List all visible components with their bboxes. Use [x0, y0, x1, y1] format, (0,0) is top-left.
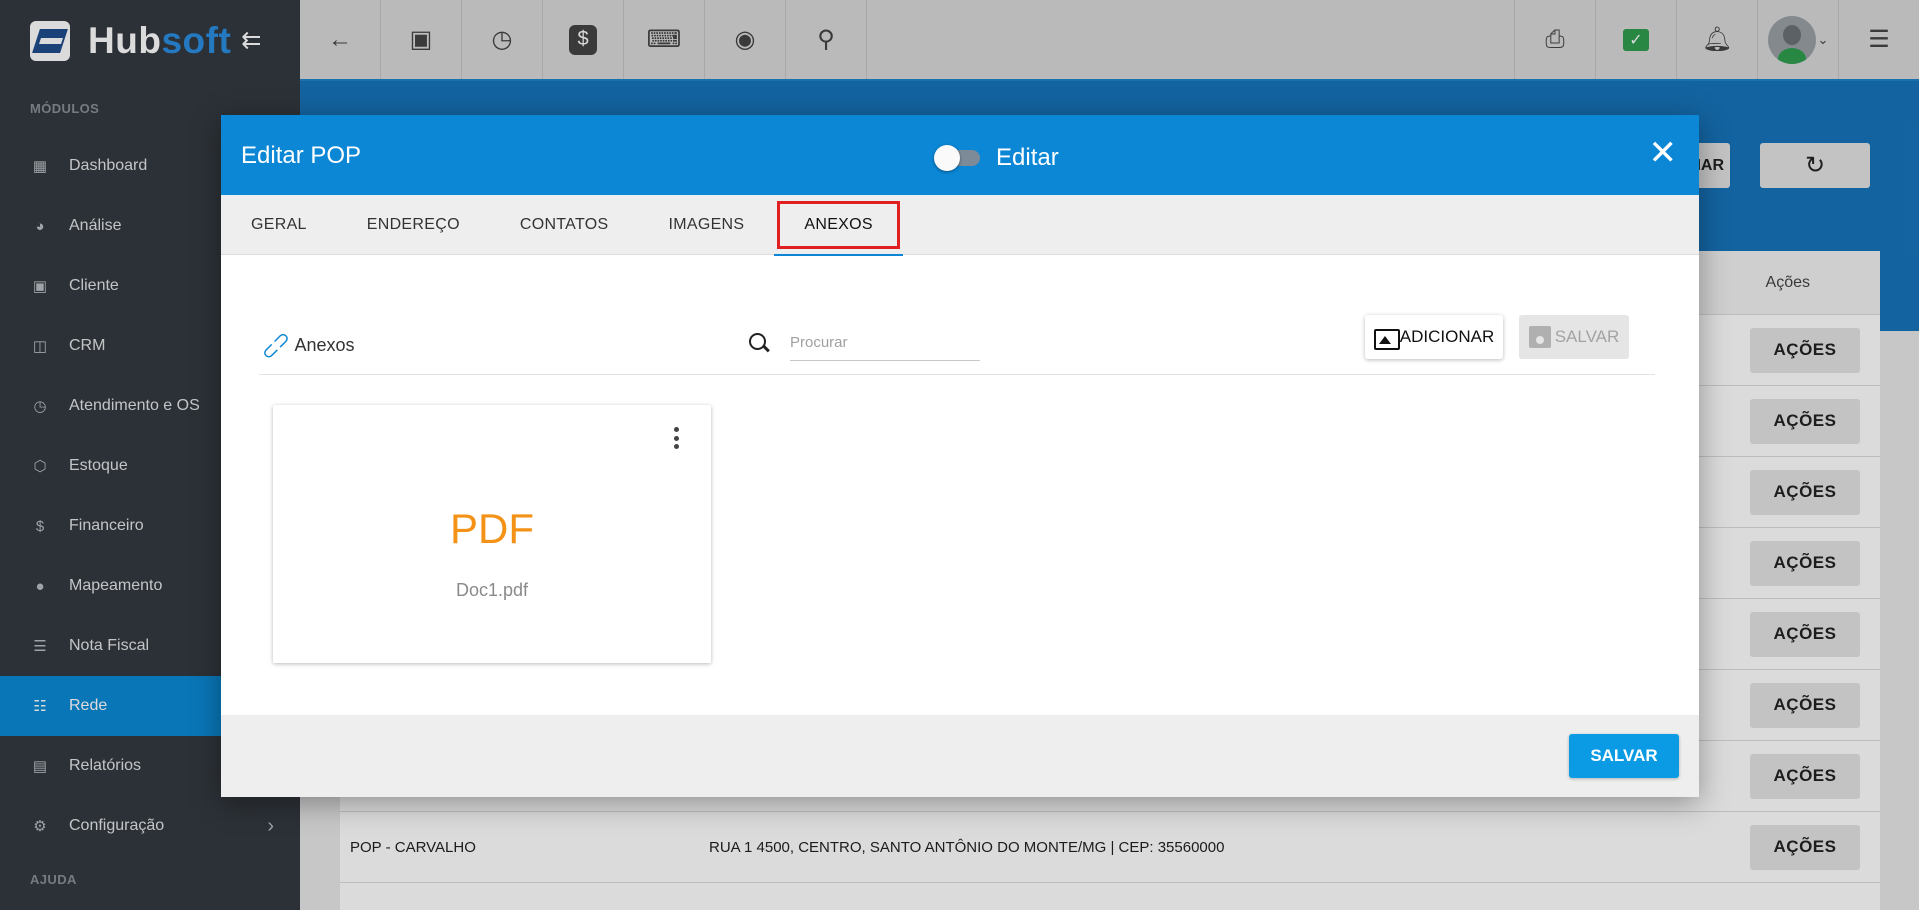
add-attachment-button[interactable]: ADICIONAR — [1365, 315, 1503, 359]
modal-footer: SALVAR — [221, 715, 1699, 797]
save-button[interactable]: SALVAR — [1569, 734, 1679, 778]
paperclip-icon: ⊂⊃ — [256, 326, 296, 366]
attachments-toolbar: ⊂⊃ Anexos ADICIONAR SALVAR — [256, 315, 1655, 375]
tab-geral[interactable]: GERAL — [221, 195, 337, 255]
tab-contatos[interactable]: CONTATOS — [490, 195, 639, 255]
file-card[interactable]: PDF Doc1.pdf — [273, 405, 711, 663]
tab-imagens[interactable]: IMAGENS — [638, 195, 774, 255]
edit-pop-modal: Editar POP Editar ✕ GERAL ENDEREÇO CONTA… — [221, 115, 1699, 797]
file-name: Doc1.pdf — [455, 580, 529, 600]
save-disabled-label: SALVAR — [1554, 327, 1620, 346]
add-image-folder-icon — [1373, 326, 1400, 350]
toggle-knob — [934, 145, 960, 171]
modal-title: Editar POP — [241, 142, 362, 169]
search-input[interactable] — [790, 325, 980, 361]
attachments-search — [749, 325, 989, 365]
floppy-disk-icon — [1528, 326, 1553, 348]
modal-tabs: GERAL ENDEREÇO CONTATOS IMAGENS ANEXOS — [221, 195, 1699, 256]
modal-header: Editar POP Editar ✕ — [221, 115, 1699, 195]
toggle-switch[interactable] — [934, 145, 980, 171]
highlight-box — [777, 201, 900, 249]
file-type-label: PDF — [450, 505, 534, 552]
add-button-label: ADICIONAR — [1399, 327, 1495, 346]
attachments-title-label: Anexos — [294, 335, 355, 355]
tab-anexos[interactable]: ANEXOS — [774, 195, 903, 256]
toggle-label: Editar — [996, 144, 1059, 171]
close-icon[interactable]: ✕ — [1649, 133, 1678, 173]
edit-toggle[interactable]: Editar — [934, 144, 1059, 172]
save-attachments-button[interactable]: SALVAR — [1519, 315, 1629, 359]
more-options-icon[interactable] — [673, 427, 679, 449]
tab-endereco[interactable]: ENDEREÇO — [337, 195, 490, 255]
attachments-title: ⊂⊃ Anexos — [256, 326, 355, 365]
search-icon — [749, 333, 769, 353]
